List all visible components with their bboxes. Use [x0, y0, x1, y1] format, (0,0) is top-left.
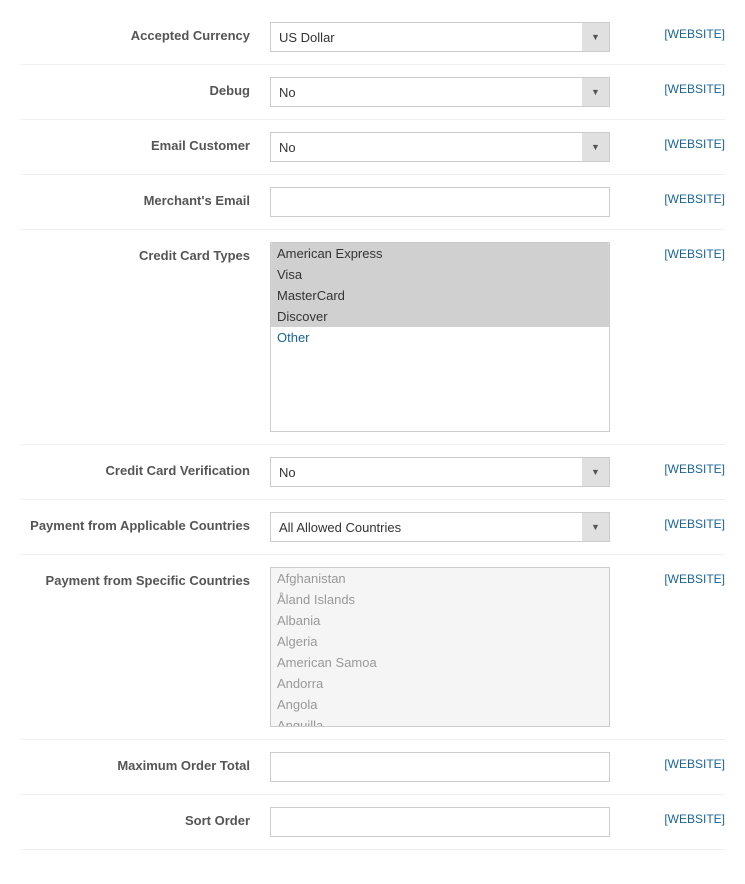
debug-control: No Yes [270, 77, 652, 107]
payment-applicable-countries-row: Payment from Applicable Countries All Al… [20, 500, 725, 555]
email-customer-control-wrap: No Yes [WEBSITE] [270, 132, 725, 162]
accepted-currency-website-link[interactable]: [WEBSITE] [664, 22, 725, 41]
merchants-email-row: Merchant's Email [WEBSITE] [20, 175, 725, 230]
payment-applicable-countries-select-wrapper: All Allowed Countries Specific Countries [270, 512, 610, 542]
email-customer-website-link[interactable]: [WEBSITE] [664, 132, 725, 151]
merchants-email-label: Merchant's Email [20, 187, 270, 208]
accepted-currency-label: Accepted Currency [20, 22, 270, 43]
settings-form: Accepted Currency US Dollar Euro British… [0, 0, 745, 860]
sort-order-label: Sort Order [20, 807, 270, 828]
payment-applicable-countries-website-link[interactable]: [WEBSITE] [664, 512, 725, 531]
credit-card-verification-row: Credit Card Verification No Yes [WEBSITE… [20, 445, 725, 500]
credit-card-types-label: Credit Card Types [20, 242, 270, 263]
maximum-order-total-label: Maximum Order Total [20, 752, 270, 773]
payment-specific-countries-website-link[interactable]: [WEBSITE] [664, 567, 725, 586]
sort-order-control-wrap: [WEBSITE] [270, 807, 725, 837]
accepted-currency-select-wrapper: US Dollar Euro British Pound Canadian Do… [270, 22, 610, 52]
debug-label: Debug [20, 77, 270, 98]
credit-card-verification-select[interactable]: No Yes [270, 457, 610, 487]
debug-row: Debug No Yes [WEBSITE] [20, 65, 725, 120]
debug-website-link[interactable]: [WEBSITE] [664, 77, 725, 96]
credit-card-types-control-wrap: American Express Visa MasterCard Discove… [270, 242, 725, 432]
maximum-order-total-control [270, 752, 652, 782]
debug-control-wrap: No Yes [WEBSITE] [270, 77, 725, 107]
debug-select-wrapper: No Yes [270, 77, 610, 107]
credit-card-verification-website-link[interactable]: [WEBSITE] [664, 457, 725, 476]
debug-select[interactable]: No Yes [270, 77, 610, 107]
credit-card-verification-select-wrapper: No Yes [270, 457, 610, 487]
email-customer-label: Email Customer [20, 132, 270, 153]
accepted-currency-control: US Dollar Euro British Pound Canadian Do… [270, 22, 652, 52]
email-customer-row: Email Customer No Yes [WEBSITE] [20, 120, 725, 175]
credit-card-verification-control: No Yes [270, 457, 652, 487]
payment-specific-countries-row: Payment from Specific Countries Afghanis… [20, 555, 725, 740]
payment-applicable-countries-control: All Allowed Countries Specific Countries [270, 512, 652, 542]
merchants-email-control [270, 187, 652, 217]
sort-order-input[interactable] [270, 807, 610, 837]
email-customer-select[interactable]: No Yes [270, 132, 610, 162]
credit-card-types-control: American Express Visa MasterCard Discove… [270, 242, 652, 432]
accepted-currency-control-wrap: US Dollar Euro British Pound Canadian Do… [270, 22, 725, 52]
email-customer-select-wrapper: No Yes [270, 132, 610, 162]
credit-card-verification-label: Credit Card Verification [20, 457, 270, 478]
payment-applicable-countries-select[interactable]: All Allowed Countries Specific Countries [270, 512, 610, 542]
sort-order-website-link[interactable]: [WEBSITE] [664, 807, 725, 826]
payment-applicable-countries-label: Payment from Applicable Countries [20, 512, 270, 533]
maximum-order-total-input[interactable] [270, 752, 610, 782]
payment-specific-countries-label: Payment from Specific Countries [20, 567, 270, 588]
credit-card-verification-control-wrap: No Yes [WEBSITE] [270, 457, 725, 487]
payment-specific-countries-control-wrap: Afghanistan Åland Islands Albania Algeri… [270, 567, 725, 727]
sort-order-control [270, 807, 652, 837]
merchants-email-website-link[interactable]: [WEBSITE] [664, 187, 725, 206]
merchants-email-control-wrap: [WEBSITE] [270, 187, 725, 217]
credit-card-types-select[interactable]: American Express Visa MasterCard Discove… [271, 243, 609, 431]
credit-card-types-website-link[interactable]: [WEBSITE] [664, 242, 725, 261]
sort-order-row: Sort Order [WEBSITE] [20, 795, 725, 850]
accepted-currency-row: Accepted Currency US Dollar Euro British… [20, 10, 725, 65]
payment-specific-countries-control: Afghanistan Åland Islands Albania Algeri… [270, 567, 652, 727]
accepted-currency-select[interactable]: US Dollar Euro British Pound Canadian Do… [270, 22, 610, 52]
email-customer-control: No Yes [270, 132, 652, 162]
payment-specific-countries-list: Afghanistan Åland Islands Albania Algeri… [270, 567, 610, 727]
credit-card-types-multiselect: American Express Visa MasterCard Discove… [270, 242, 610, 432]
credit-card-types-row: Credit Card Types American Express Visa … [20, 230, 725, 445]
payment-applicable-countries-control-wrap: All Allowed Countries Specific Countries… [270, 512, 725, 542]
payment-specific-countries-select[interactable]: Afghanistan Åland Islands Albania Algeri… [271, 568, 609, 726]
maximum-order-total-website-link[interactable]: [WEBSITE] [664, 752, 725, 771]
maximum-order-total-row: Maximum Order Total [WEBSITE] [20, 740, 725, 795]
maximum-order-total-control-wrap: [WEBSITE] [270, 752, 725, 782]
merchants-email-input[interactable] [270, 187, 610, 217]
